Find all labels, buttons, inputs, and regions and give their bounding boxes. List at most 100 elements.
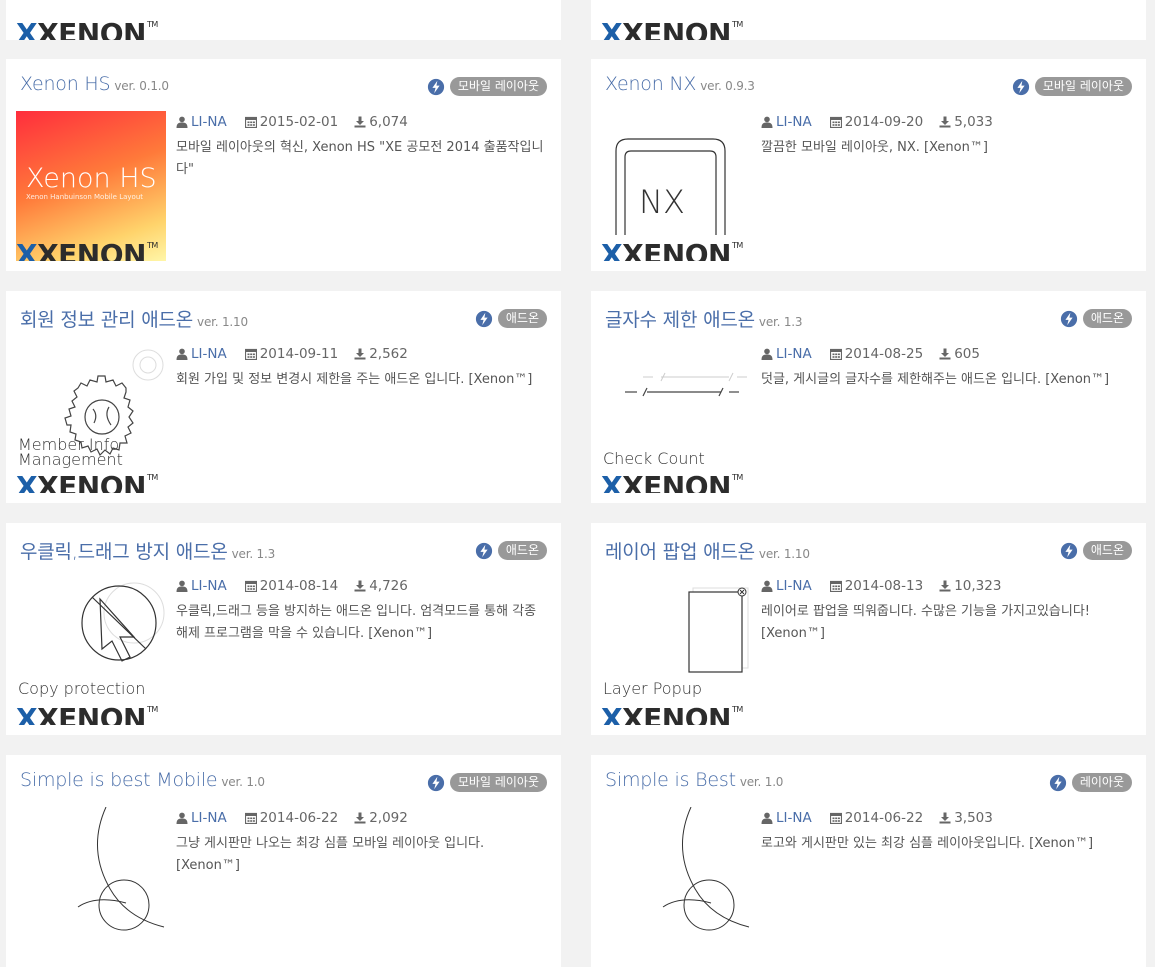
plugin-description: 레이어로 팝업을 띄워줍니다. 수많은 기능을 가지고있습니다! [Xenon™… — [761, 604, 1091, 641]
plugin-title[interactable]: 회원 정보 관리 애드온 ver. 1.10 — [20, 305, 248, 332]
user-icon — [761, 580, 773, 592]
user-icon — [176, 116, 188, 128]
xe-icon — [427, 774, 445, 792]
plugin-meta: LI-NA 2015-02-01 6,074 — [176, 114, 408, 130]
download-icon — [354, 812, 366, 824]
plugin-thumbnail[interactable] — [16, 807, 166, 957]
category-badge[interactable]: 모바일 레이아웃 — [1012, 77, 1132, 96]
calendar-icon — [830, 580, 842, 592]
plugin-card[interactable]: Simple is best Mobile ver. 1.0 모바일 레이아웃 L… — [6, 755, 561, 967]
plugin-card[interactable]: Xenon NX ver. 0.9.3 모바일 레이아웃 NX XXENONTM … — [591, 59, 1146, 271]
calendar-icon — [245, 116, 257, 128]
plugin-description: 로고와 게시판만 있는 최강 심플 레이아웃입니다. [Xenon™] — [761, 836, 1094, 851]
xenon-logo: XXENONTM — [16, 470, 158, 494]
plugin-meta: LI-NA 2014-08-14 4,726 — [176, 578, 408, 594]
swirl-icon — [662, 807, 750, 931]
plugin-card[interactable]: 회원 정보 관리 애드온 ver. 1.10 애드온 Member Info Ma… — [6, 291, 561, 503]
plugin-description: 회원 가입 및 정보 변경시 제한을 주는 애드온 입니다. [Xenon™] — [176, 372, 533, 387]
category-badge[interactable]: 레이아웃 — [1049, 773, 1132, 792]
author-link[interactable]: LI-NA — [191, 810, 227, 826]
plugin-card[interactable]: 글자수 제한 애드온 ver. 1.3 애드온 Check Count XXENO… — [591, 291, 1146, 503]
plugin-card[interactable]: 우클릭,드래그 방지 애드온 ver. 1.3 애드온 Copy protecti… — [6, 523, 561, 735]
plugin-title[interactable]: 레이어 팝업 애드온 ver. 1.10 — [605, 537, 810, 564]
download-count: 10,323 — [954, 578, 1002, 594]
thumb-title: Xenon HS — [26, 163, 157, 194]
plugin-card[interactable]: 레이어 팝업 애드온 ver. 1.10 애드온 Layer Popup XXEN… — [591, 523, 1146, 735]
calendar-icon — [245, 580, 257, 592]
partial-card-left[interactable]: XXENONTM — [6, 0, 561, 40]
author-link[interactable]: LI-NA — [191, 346, 227, 362]
plugin-title[interactable]: 글자수 제한 애드온 ver. 1.3 — [605, 305, 803, 332]
category-badge[interactable]: 애드온 — [1060, 541, 1132, 560]
calendar-icon — [830, 116, 842, 128]
xe-icon — [427, 78, 445, 96]
download-count: 2,562 — [369, 346, 408, 362]
plugin-title[interactable]: Xenon NX ver. 0.9.3 — [605, 73, 755, 95]
release-date: 2014-08-14 — [259, 578, 339, 594]
plugin-thumbnail[interactable]: XXENONTM — [16, 0, 166, 41]
plugin-meta: LI-NA 2014-08-13 10,323 — [761, 578, 1001, 594]
plugin-thumbnail[interactable]: Member Info Management XXENONTM — [16, 343, 166, 493]
xenon-logo: XXENONTM — [601, 470, 743, 494]
plugin-thumbnail[interactable]: XXENONTM — [601, 0, 751, 41]
plugin-thumbnail[interactable]: Check Count XXENONTM — [601, 343, 751, 493]
category-badge[interactable]: 애드온 — [475, 309, 547, 328]
thumb-subtitle: Xenon Hanbuinson Mobile Layout — [26, 193, 143, 201]
thumb-label: Copy protection — [18, 679, 146, 698]
download-icon — [354, 580, 366, 592]
plugin-description: 덧글, 게시글의 글자수를 제한해주는 애드온 입니다. [Xenon™] — [761, 372, 1110, 387]
calendar-icon — [830, 812, 842, 824]
thumb-title: NX — [639, 183, 685, 221]
plugin-meta: LI-NA 2014-06-22 2,092 — [176, 810, 408, 826]
category-badge[interactable]: 애드온 — [475, 541, 547, 560]
calendar-icon — [245, 812, 257, 824]
category-badge[interactable]: 애드온 — [1060, 309, 1132, 328]
plugin-meta: LI-NA 2014-08-25 605 — [761, 346, 980, 362]
download-count: 3,503 — [954, 810, 993, 826]
xenon-logo: XXENONTM — [16, 702, 158, 726]
plugin-thumbnail[interactable]: Copy protection XXENONTM — [16, 575, 166, 725]
download-count: 5,033 — [954, 114, 993, 130]
download-count: 605 — [954, 346, 980, 362]
plugin-title[interactable]: Simple is best Mobile ver. 1.0 — [20, 769, 265, 791]
xenon-logo: XXENONTM — [601, 702, 743, 726]
plugin-thumbnail[interactable]: Layer Popup XXENONTM — [601, 575, 751, 725]
plugin-thumbnail[interactable]: Xenon HS Xenon Hanbuinson Mobile Layout … — [16, 111, 166, 261]
author-link[interactable]: LI-NA — [776, 578, 812, 594]
author-link[interactable]: LI-NA — [776, 810, 812, 826]
plugin-thumbnail[interactable] — [601, 807, 751, 957]
release-date: 2015-02-01 — [259, 114, 339, 130]
download-icon — [939, 116, 951, 128]
plugin-meta: LI-NA 2014-09-11 2,562 — [176, 346, 408, 362]
download-count: 4,726 — [369, 578, 408, 594]
xenon-logo: XXENONTM — [16, 238, 158, 262]
author-link[interactable]: LI-NA — [776, 114, 812, 130]
xenon-logo: XXENONTM — [601, 17, 743, 41]
xe-icon — [1060, 542, 1078, 560]
xe-icon — [1049, 774, 1067, 792]
plugin-description: 깔끔한 모바일 레이아웃, NX. [Xenon™] — [761, 140, 988, 155]
plugin-card[interactable]: Xenon HS ver. 0.1.0 모바일 레이아웃 Xenon HS Xen… — [6, 59, 561, 271]
category-badge[interactable]: 모바일 레이아웃 — [427, 773, 547, 792]
category-badge[interactable]: 모바일 레이아웃 — [427, 77, 547, 96]
author-link[interactable]: LI-NA — [191, 578, 227, 594]
calendar-icon — [245, 348, 257, 360]
user-icon — [176, 812, 188, 824]
author-link[interactable]: LI-NA — [776, 346, 812, 362]
plugin-meta: LI-NA 2014-09-20 5,033 — [761, 114, 993, 130]
download-icon — [939, 812, 951, 824]
plugin-title[interactable]: Simple is Best ver. 1.0 — [605, 769, 783, 791]
download-icon — [354, 116, 366, 128]
user-icon — [176, 348, 188, 360]
download-icon — [354, 348, 366, 360]
plugin-thumbnail[interactable]: NX XXENONTM — [601, 111, 751, 261]
xe-icon — [475, 542, 493, 560]
partial-card-right[interactable]: XXENONTM — [591, 0, 1146, 40]
plugin-card[interactable]: Simple is Best ver. 1.0 레이아웃 LI-NA 2014-0… — [591, 755, 1146, 967]
xenon-logo: XXENONTM — [16, 17, 158, 41]
user-icon — [176, 580, 188, 592]
plugin-title[interactable]: 우클릭,드래그 방지 애드온 ver. 1.3 — [20, 537, 275, 564]
author-link[interactable]: LI-NA — [191, 114, 227, 130]
plugin-title[interactable]: Xenon HS ver. 0.1.0 — [20, 73, 169, 95]
release-date: 2014-08-13 — [844, 578, 924, 594]
